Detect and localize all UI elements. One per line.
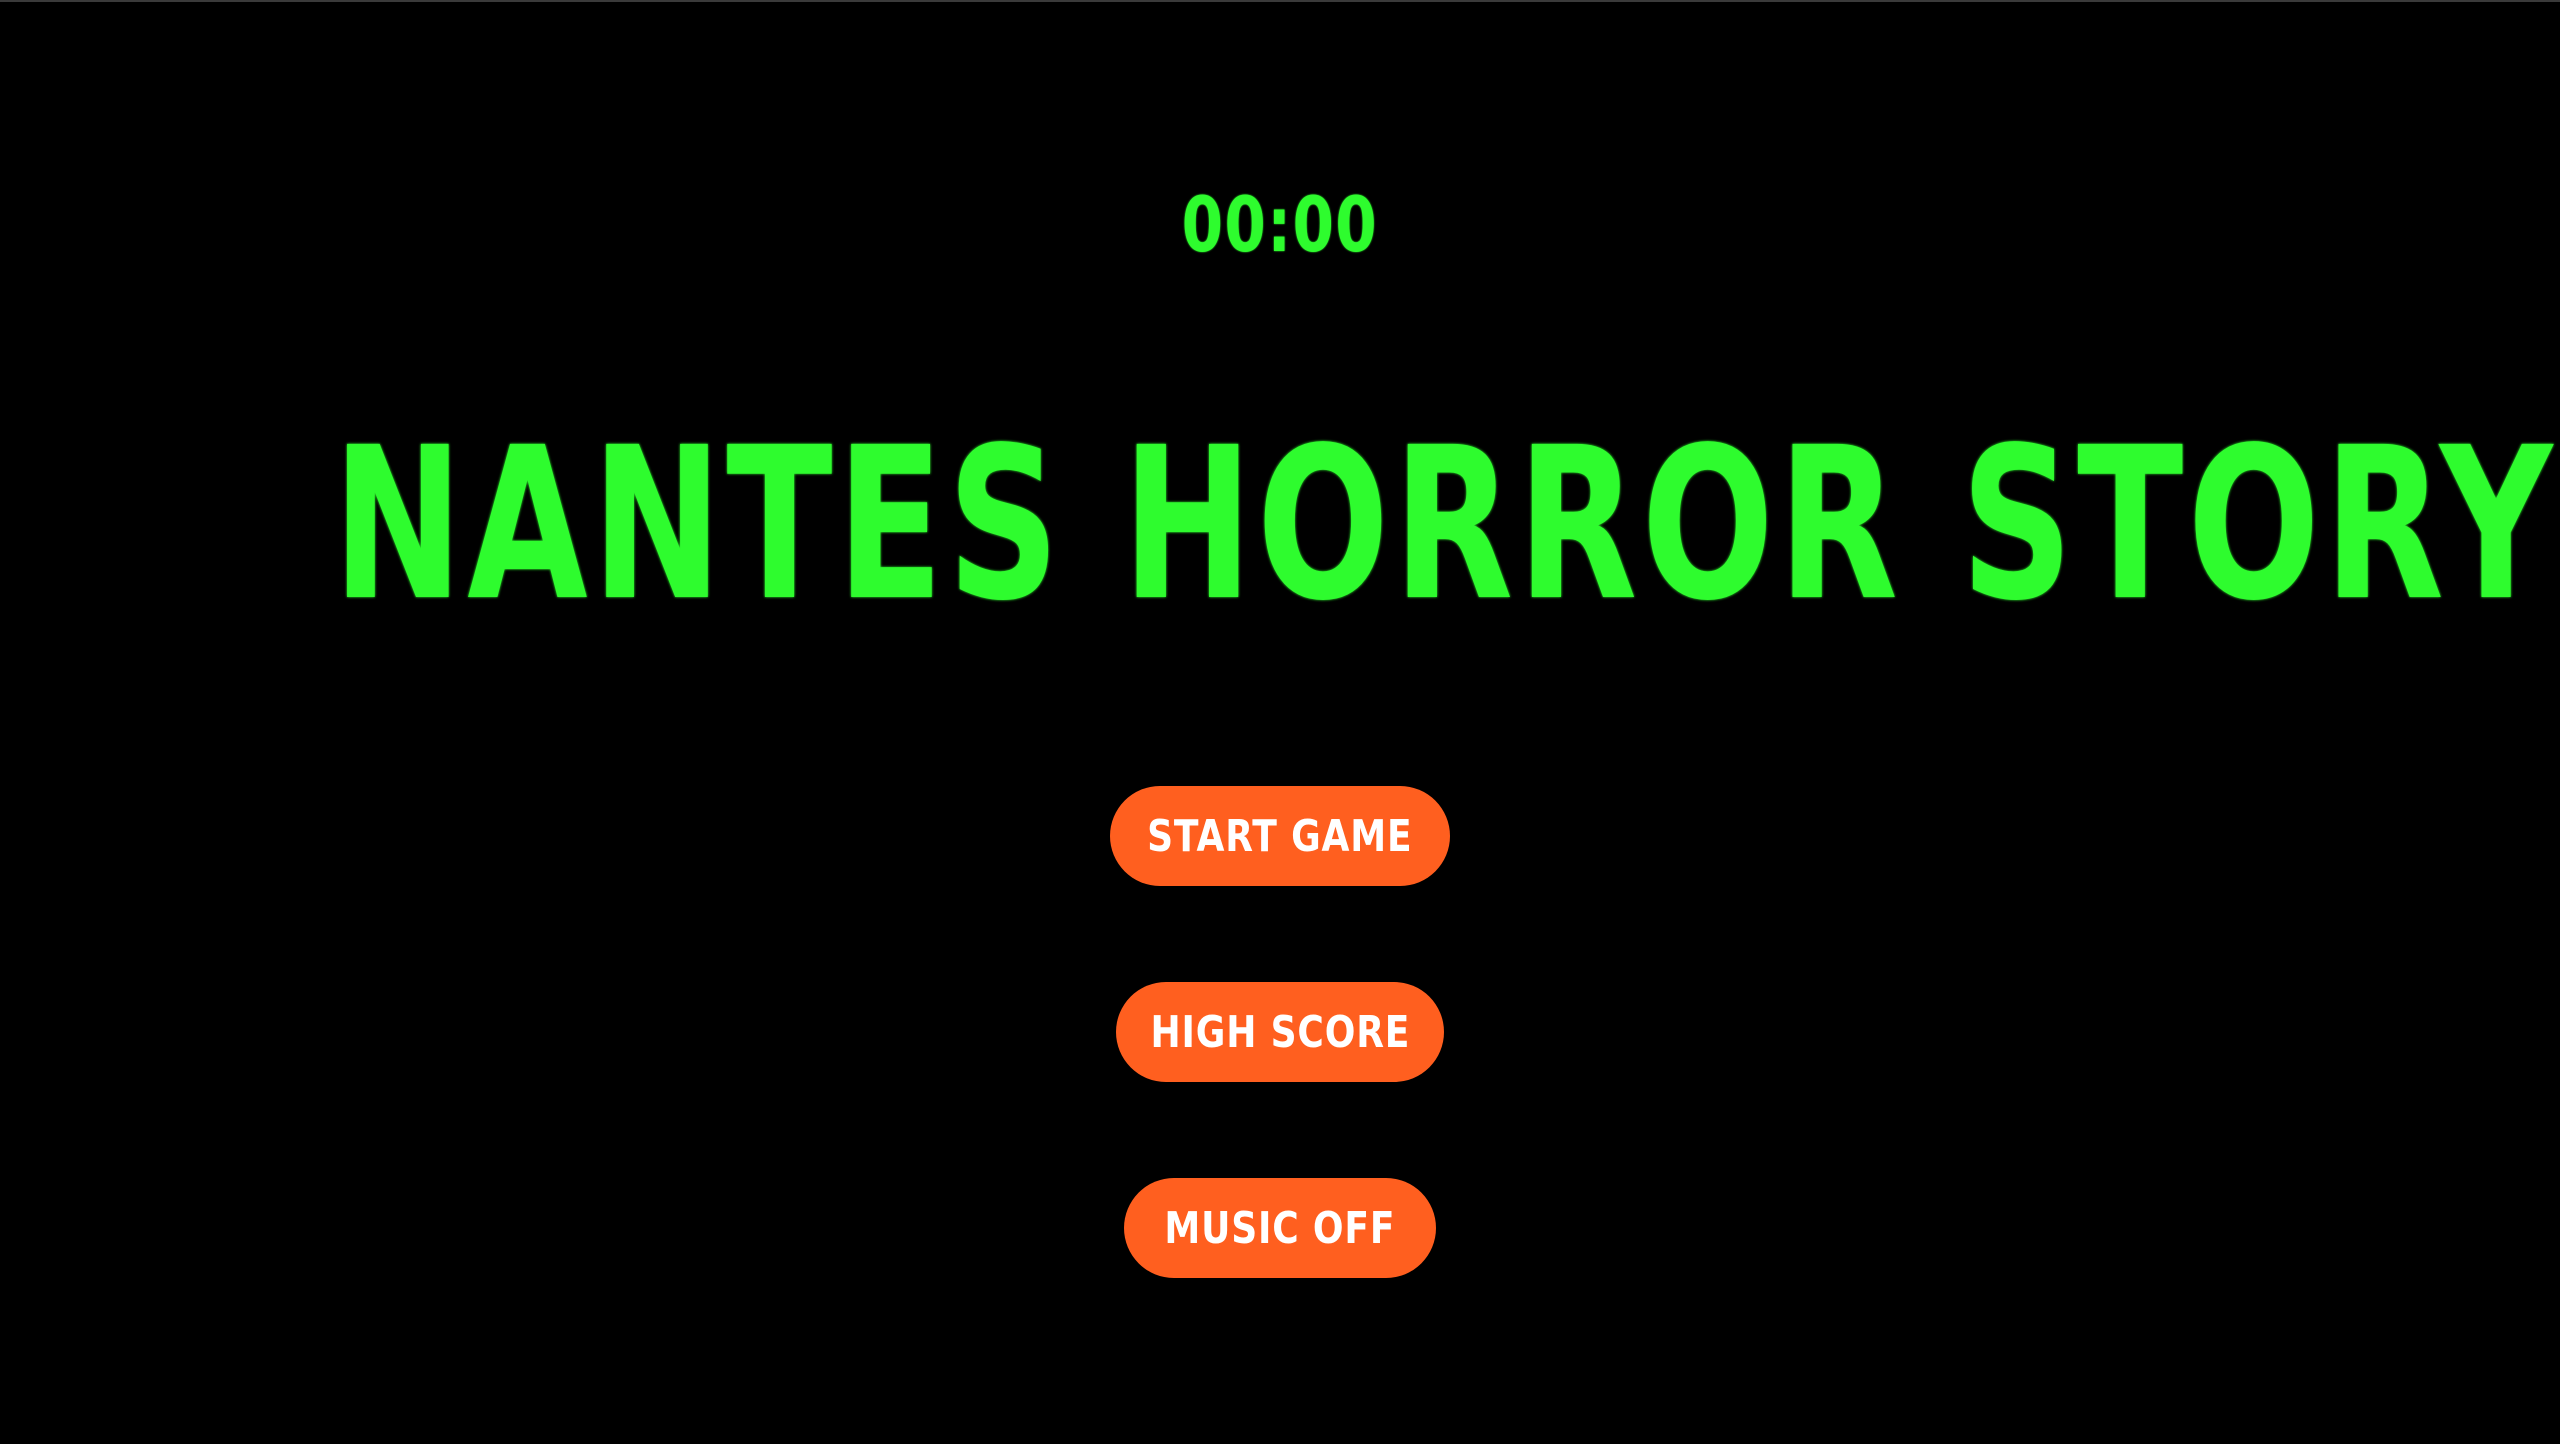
- game-timer: 00:00: [1181, 180, 1379, 269]
- start-game-button[interactable]: START GAME: [1110, 786, 1450, 886]
- high-score-button[interactable]: HIGH SCORE: [1116, 982, 1444, 1082]
- game-menu-screen: 00:00 NANTES HORROR STORY START GAME HIG…: [0, 0, 2560, 1444]
- start-game-label: START GAME: [1147, 810, 1413, 862]
- high-score-label: HIGH SCORE: [1150, 1006, 1410, 1058]
- game-title: NANTES HORROR STORY: [332, 402, 2557, 647]
- music-toggle-button[interactable]: MUSIC OFF: [1124, 1178, 1436, 1278]
- music-toggle-label: MUSIC OFF: [1164, 1202, 1396, 1254]
